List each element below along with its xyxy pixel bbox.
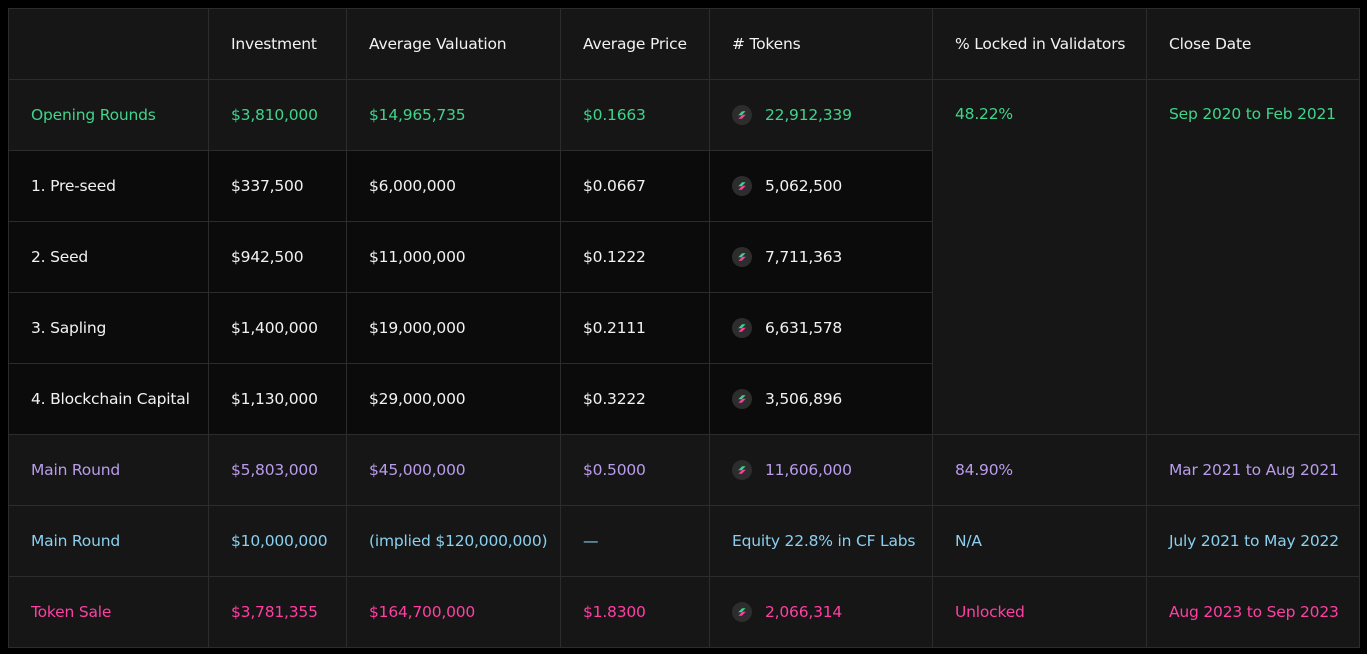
header-tokens: # Tokens [709,8,933,80]
header-average-valuation: Average Valuation [346,8,561,80]
tokens-cell: 22,912,339 [709,79,933,151]
tokens-cell: 11,606,000 [709,434,933,506]
price-cell: $1.8300 [560,576,710,648]
price-cell: $0.1663 [560,79,710,151]
round-name: Main Round [8,434,209,506]
round-name: 1. Pre-seed [8,150,209,222]
tokens-value: 2,066,314 [765,603,843,621]
investment-cell: $942,500 [208,221,347,293]
token-coin-icon [732,247,752,267]
token-coin-icon [732,602,752,622]
locked-cell: 84.90% [932,434,1147,506]
valuation-cell: $11,000,000 [346,221,561,293]
tokens-value: 6,631,578 [765,319,843,337]
valuation-cell: $19,000,000 [346,292,561,364]
investment-cell: $3,781,355 [208,576,347,648]
investment-cell: $337,500 [208,150,347,222]
tokens-cell: 6,631,578 [709,292,933,364]
locked-cell: 48.22% [932,79,1147,435]
tokens-value: 5,062,500 [765,177,843,195]
valuation-cell: $14,965,735 [346,79,561,151]
tokens-value: 7,711,363 [765,248,843,266]
tokens-cell: 7,711,363 [709,221,933,293]
funding-rounds-table: Investment Average Valuation Average Pri… [8,8,1360,648]
token-coin-icon [732,318,752,338]
table-row-main-round-tokens: Main Round $5,803,000 $45,000,000 $0.500… [8,434,1360,506]
valuation-cell: $45,000,000 [346,434,561,506]
investment-cell: $1,400,000 [208,292,347,364]
round-name: 4. Blockchain Capital [8,363,209,435]
locked-cell: N/A [932,505,1147,577]
tokens-value: 3,506,896 [765,390,843,408]
tokens-value: 22,912,339 [765,106,852,124]
investment-cell: $1,130,000 [208,363,347,435]
investment-cell: $3,810,000 [208,79,347,151]
table-row-opening-rounds: Opening Rounds $3,810,000 $14,965,735 $0… [8,79,1360,435]
header-round [8,8,209,80]
round-name: 2. Seed [8,221,209,293]
tokens-cell: 3,506,896 [709,363,933,435]
round-name: Opening Rounds [8,79,209,151]
tokens-value: 11,606,000 [765,461,852,479]
price-cell: $0.2111 [560,292,710,364]
valuation-cell: $6,000,000 [346,150,561,222]
tokens-cell: Equity 22.8% in CF Labs [709,505,933,577]
investment-cell: $5,803,000 [208,434,347,506]
close-date-cell: July 2021 to May 2022 [1146,505,1360,577]
token-coin-icon [732,389,752,409]
token-coin-icon [732,176,752,196]
header-locked-in-validators: % Locked in Validators [932,8,1147,80]
header-close-date: Close Date [1146,8,1360,80]
header-average-price: Average Price [560,8,710,80]
round-name: Main Round [8,505,209,577]
header-row: Investment Average Valuation Average Pri… [8,8,1360,80]
funding-rounds-panel: Investment Average Valuation Average Pri… [8,8,1360,648]
token-coin-icon [732,105,752,125]
price-cell: $0.0667 [560,150,710,222]
close-date-cell: Mar 2021 to Aug 2021 [1146,434,1360,506]
valuation-cell: $164,700,000 [346,576,561,648]
price-cell: $0.5000 [560,434,710,506]
table-row-main-round-equity: Main Round $10,000,000 (implied $120,000… [8,505,1360,577]
price-cell: $0.3222 [560,363,710,435]
valuation-cell: (implied $120,000,000) [346,505,561,577]
price-cell: — [560,505,710,577]
round-name: 3. Sapling [8,292,209,364]
tokens-cell: 5,062,500 [709,150,933,222]
price-cell: $0.1222 [560,221,710,293]
locked-cell: Unlocked [932,576,1147,648]
close-date-cell: Aug 2023 to Sep 2023 [1146,576,1360,648]
table-row-token-sale: Token Sale $3,781,355 $164,700,000 $1.83… [8,576,1360,648]
round-name: Token Sale [8,576,209,648]
tokens-cell: 2,066,314 [709,576,933,648]
header-investment: Investment [208,8,347,80]
investment-cell: $10,000,000 [208,505,347,577]
token-coin-icon [732,460,752,480]
close-date-cell: Sep 2020 to Feb 2021 [1146,79,1360,435]
valuation-cell: $29,000,000 [346,363,561,435]
